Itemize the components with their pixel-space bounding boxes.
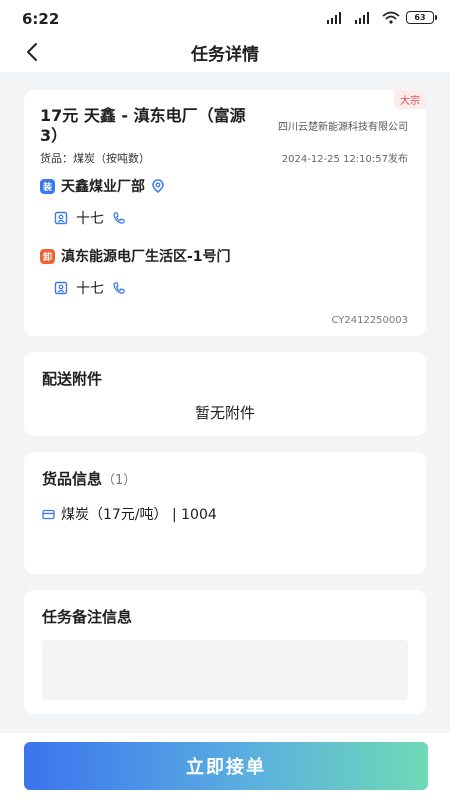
page-title: 任务详情 (191, 45, 259, 65)
order-number: CY2412250003 (331, 315, 408, 326)
phone-icon[interactable] (112, 281, 126, 295)
remarks-content (42, 640, 408, 700)
system-icons: 63 (326, 11, 437, 24)
load-contact-name: 十七 (76, 211, 104, 227)
status-bar: 6:22 63 (0, 0, 450, 34)
attachments-card: 配送附件 暂无附件 (24, 352, 426, 436)
bottom-action-bar: 立即接单 (0, 733, 450, 800)
goods-type: 货品：煤炭（按吨数） (40, 152, 150, 165)
contact-card-icon (54, 211, 68, 225)
task-summary-card: 大宗 17元 天鑫 - 滇东电厂（富源3） 四川云楚新能源科技有限公司 货品：煤… (24, 90, 426, 336)
goods-card-icon (42, 509, 55, 519)
publish-time: 2024-12-25 12:10:57发布 (281, 154, 408, 165)
no-attachments-text: 暂无附件 (194, 404, 255, 422)
goods-item-text: 煤炭（17元/吨） | 1004 (61, 507, 217, 523)
phone-icon[interactable] (112, 211, 126, 225)
goods-item: 煤炭（17元/吨） | 1004 (42, 504, 217, 524)
company-name: 四川云楚新能源科技有限公司 (278, 122, 408, 133)
accept-order-button[interactable]: 立即接单 (24, 742, 428, 790)
attachments-title: 配送附件 (42, 370, 103, 388)
contact-card-icon (54, 281, 68, 295)
unload-contact-name: 十七 (76, 281, 104, 297)
remarks-title: 任务备注信息 (42, 608, 133, 626)
cellular-signal-icon (327, 11, 341, 24)
goods-info-card: 货品信息（1） 煤炭（17元/吨） | 1004 (24, 452, 426, 574)
cellular-signal-2-icon (355, 11, 369, 24)
unload-contact-row: 十七 (54, 278, 126, 298)
unload-place: 滇东能源电厂生活区-1号门 (61, 249, 231, 265)
unload-badge: 卸 (40, 248, 55, 264)
bulk-tag: 大宗 (394, 90, 426, 109)
load-place: 天鑫煤业厂部 (61, 179, 145, 195)
goods-count: （1） (102, 473, 137, 488)
location-pin-icon[interactable] (151, 179, 165, 193)
goods-info-title-text: 货品信息 (42, 470, 103, 488)
wifi-icon (382, 11, 400, 24)
load-place-row: 装 天鑫煤业厂部 (40, 176, 165, 196)
load-contact-row: 十七 (54, 208, 126, 228)
status-time: 6:22 (22, 10, 60, 28)
battery-icon: 63 (406, 11, 437, 24)
nav-bar: 任务详情 (0, 34, 450, 72)
route-title: 17元 天鑫 - 滇东电厂（富源3） (40, 106, 246, 145)
goods-info-title: 货品信息（1） (42, 468, 136, 489)
unload-place-row: 卸 滇东能源电厂生活区-1号门 (40, 246, 231, 266)
remarks-card: 任务备注信息 (24, 590, 426, 714)
load-badge: 装 (40, 178, 55, 194)
